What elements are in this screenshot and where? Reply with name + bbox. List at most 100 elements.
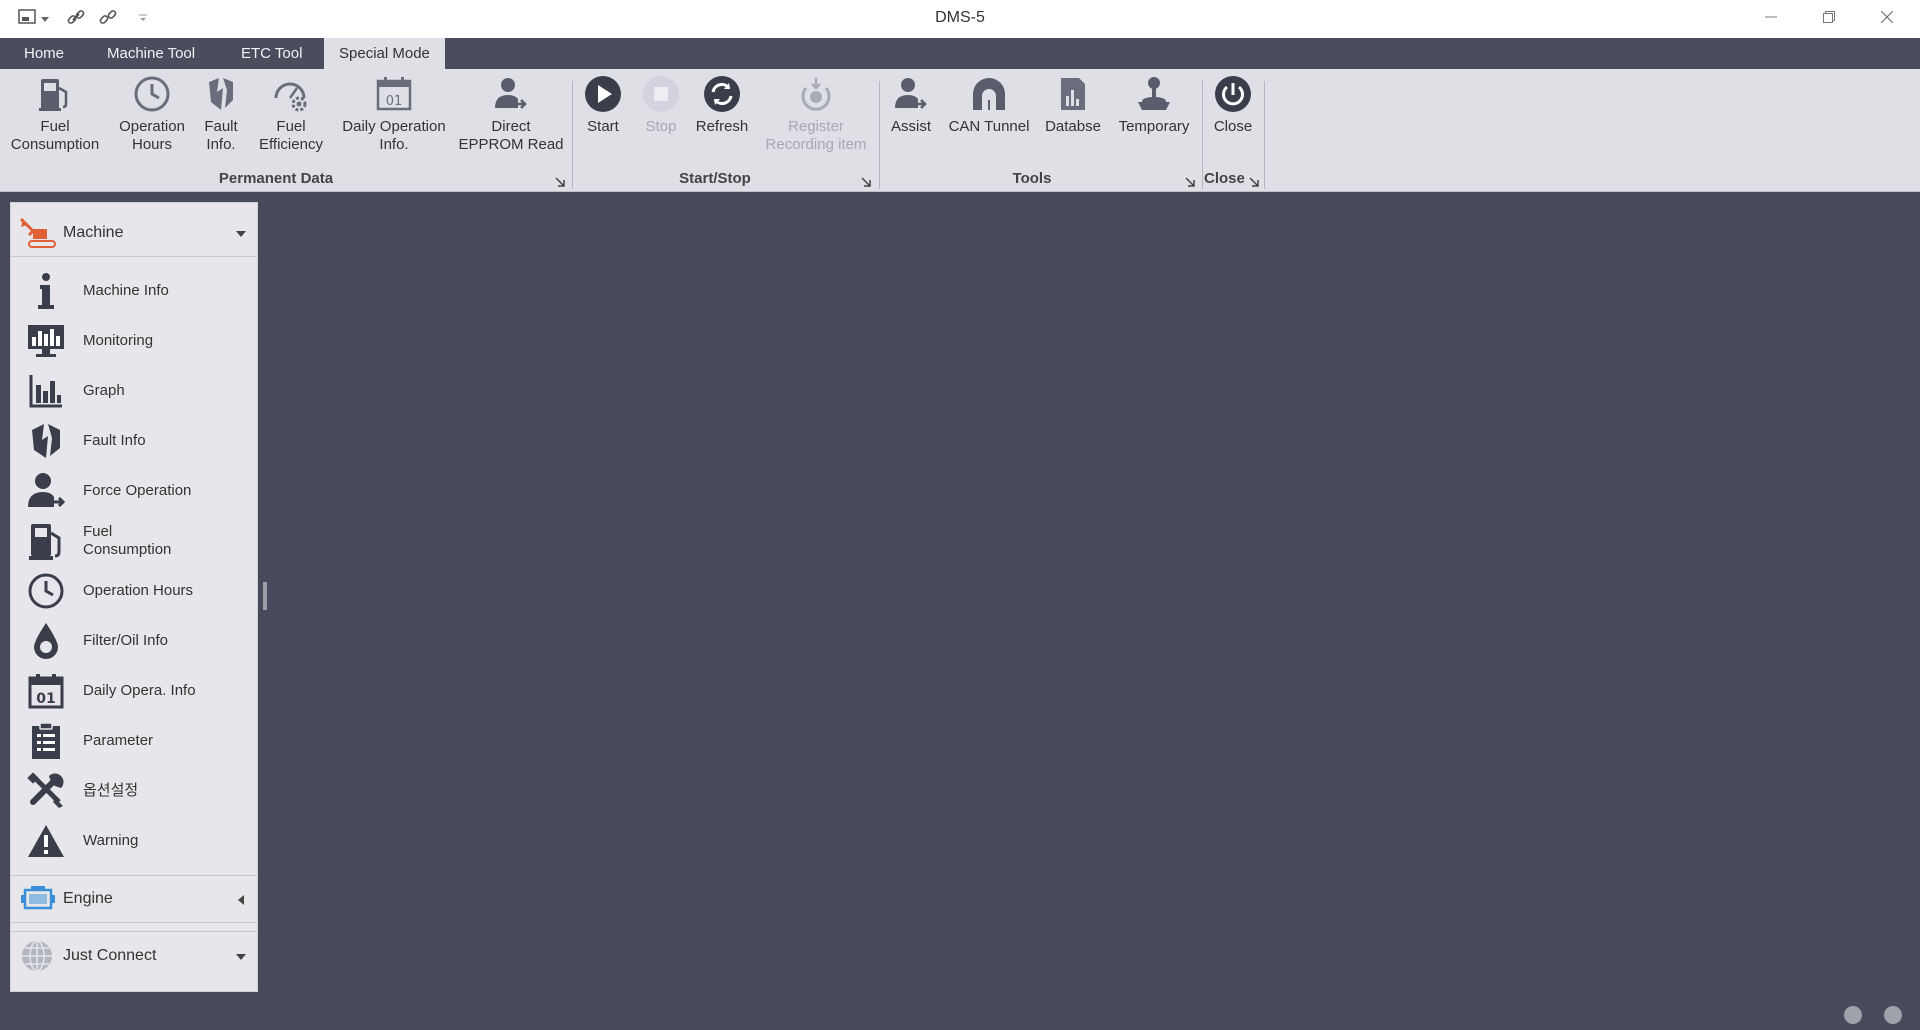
fault-icon — [201, 74, 241, 114]
globe-icon — [19, 939, 59, 973]
chevron-down-icon — [235, 949, 247, 967]
group-separator — [879, 81, 880, 189]
oil-drop-icon — [25, 621, 67, 661]
sidebar-section-machine[interactable]: Machine — [11, 209, 257, 257]
sidebar-item-graph[interactable]: Graph — [11, 368, 257, 414]
calendar-icon: 01 — [374, 74, 414, 114]
minimize-button[interactable] — [1742, 0, 1800, 38]
record-icon — [796, 74, 836, 114]
operation-hours-button[interactable]: Operation Hours — [110, 74, 194, 166]
clock-icon — [25, 571, 67, 611]
chevron-down-icon — [235, 226, 247, 244]
status-indicator — [1884, 1006, 1902, 1024]
svg-text:01: 01 — [36, 691, 55, 707]
fuel-consumption-button[interactable]: Fuel Consumption — [4, 74, 106, 166]
group-separator — [1202, 81, 1203, 189]
restore-button[interactable] — [1800, 0, 1858, 38]
ribbon: Fuel Consumption Operation Hours Fault I… — [0, 69, 1920, 192]
sidebar-item-force-operation[interactable]: Force Operation — [11, 468, 257, 514]
sidebar-splitter-handle[interactable] — [263, 582, 267, 610]
restore-icon — [1823, 10, 1835, 28]
assist-button[interactable]: Assist — [884, 74, 938, 166]
warning-icon — [25, 821, 67, 861]
expand-corner-icon — [1184, 175, 1196, 192]
direct-epprom-read-button[interactable]: Direct EPPROM Read — [458, 74, 564, 166]
group-expand-button[interactable] — [1184, 175, 1196, 187]
fuel-pump-icon — [35, 74, 75, 114]
database-button[interactable]: Databse — [1042, 74, 1104, 166]
group-label-start-stop: Start/Stop — [679, 170, 751, 187]
navigation-sidebar: Machine Machine Info Monitoring Graph Fa… — [10, 202, 258, 992]
sidebar-item-option-settings[interactable]: 옵션설정 — [11, 768, 257, 814]
register-recording-item-button[interactable]: Register Recording item — [758, 74, 874, 166]
workspace-area — [270, 193, 1920, 1030]
sidebar-item-filter-oil-info[interactable]: Filter/Oil Info — [11, 618, 257, 664]
tab-special-mode[interactable]: Special Mode — [324, 38, 445, 69]
monitor-icon — [25, 321, 67, 361]
window-title: DMS-5 — [935, 9, 985, 26]
expand-corner-icon — [860, 175, 872, 192]
clock-icon — [132, 74, 172, 114]
stop-button[interactable]: Stop — [636, 74, 686, 166]
sidebar-section-engine[interactable]: Engine — [11, 875, 257, 923]
fuel-pump-icon — [25, 521, 67, 561]
close-icon — [1880, 10, 1894, 28]
bar-chart-icon — [25, 371, 67, 411]
tab-etc-tool[interactable]: ETC Tool — [226, 38, 317, 69]
group-expand-button[interactable] — [1248, 175, 1260, 187]
group-separator — [572, 81, 573, 189]
ribbon-tab-bar: Home Machine Tool ETC Tool Special Mode — [0, 38, 1920, 69]
status-indicator — [1844, 1006, 1862, 1024]
daily-operation-info-button[interactable]: 01 Daily Operation Info. — [336, 74, 452, 166]
group-separator — [1264, 81, 1265, 189]
tunnel-icon — [969, 74, 1009, 114]
temporary-button[interactable]: Temporary — [1112, 74, 1196, 166]
svg-text:01: 01 — [386, 94, 403, 109]
expand-corner-icon — [1248, 175, 1260, 192]
sidebar-item-machine-info[interactable]: Machine Info — [11, 268, 257, 314]
can-tunnel-button[interactable]: CAN Tunnel — [944, 74, 1034, 166]
chevron-left-icon — [235, 893, 247, 911]
sidebar-item-parameter[interactable]: Parameter — [11, 718, 257, 764]
fault-info-button[interactable]: Fault Info. — [198, 74, 244, 166]
title-bar: DMS-5 — [0, 0, 1920, 38]
refresh-button[interactable]: Refresh — [694, 74, 750, 166]
close-window-button[interactable] — [1858, 0, 1916, 38]
refresh-icon — [702, 74, 742, 114]
gauge-gear-icon — [271, 74, 311, 114]
sidebar-item-fuel-consumption[interactable]: Fuel Consumption — [11, 518, 257, 564]
group-expand-button[interactable] — [554, 175, 566, 187]
user-arrow-icon — [491, 74, 531, 114]
group-label-permanent-data: Permanent Data — [218, 170, 334, 187]
joystick-icon — [1134, 74, 1174, 114]
fault-icon — [25, 421, 67, 461]
group-label-close: Close — [1204, 170, 1245, 187]
close-button[interactable]: Close — [1208, 74, 1258, 166]
clipboard-list-icon — [25, 721, 67, 761]
power-icon — [1213, 74, 1253, 114]
sidebar-item-warning[interactable]: Warning — [11, 818, 257, 864]
engine-icon — [19, 884, 59, 914]
user-arrow-icon — [25, 471, 67, 511]
minimize-icon — [1765, 10, 1777, 28]
start-button[interactable]: Start — [578, 74, 628, 166]
group-label-tools: Tools — [1012, 170, 1052, 187]
calendar-icon: 01 — [25, 671, 67, 711]
sidebar-item-monitoring[interactable]: Monitoring — [11, 318, 257, 364]
sidebar-section-just-connect[interactable]: Just Connect — [11, 931, 257, 979]
sidebar-item-daily-opera-info[interactable]: 01 Daily Opera. Info — [11, 668, 257, 714]
tools-icon — [25, 771, 67, 811]
group-expand-button[interactable] — [860, 175, 872, 187]
user-arrow-icon — [891, 74, 931, 114]
play-icon — [583, 74, 623, 114]
tab-machine-tool[interactable]: Machine Tool — [92, 38, 210, 69]
sidebar-item-operation-hours[interactable]: Operation Hours — [11, 568, 257, 614]
excavator-icon — [19, 217, 59, 249]
stop-icon — [641, 74, 681, 114]
fuel-efficiency-button[interactable]: Fuel Efficiency — [254, 74, 328, 166]
tab-home[interactable]: Home — [9, 38, 79, 69]
sidebar-item-fault-info[interactable]: Fault Info — [11, 418, 257, 464]
info-icon — [25, 271, 67, 311]
database-chart-icon — [1053, 74, 1093, 114]
expand-corner-icon — [554, 175, 566, 192]
